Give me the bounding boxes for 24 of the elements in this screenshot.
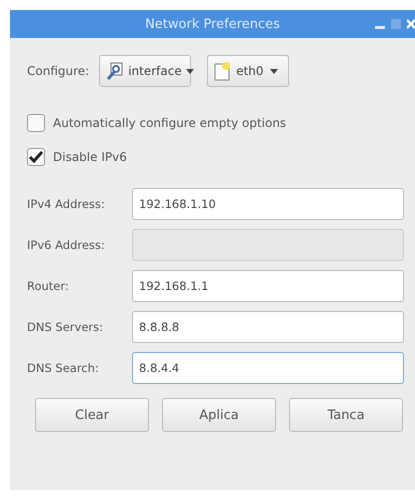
page-icon — [214, 61, 232, 81]
field-label: DNS Servers: — [27, 320, 104, 334]
field-label: IPv4 Address: — [27, 197, 106, 211]
input-field[interactable]: 8.8.4.4 — [132, 352, 404, 384]
field-label: IPv6 Address: — [27, 238, 106, 252]
checkbox[interactable] — [27, 148, 45, 166]
dialog-button[interactable]: Clear — [35, 398, 149, 432]
caret-icon — [270, 68, 278, 74]
checkbox-label: Disable IPv6 — [53, 150, 127, 164]
window-title: Network Preferences — [144, 16, 281, 32]
input-field[interactable]: 192.168.1.1 — [132, 270, 404, 302]
field-label: Router: — [27, 279, 70, 293]
input-field[interactable]: 8.8.8.8 — [132, 311, 404, 343]
field-label: DNS Search: — [27, 361, 100, 375]
caret-icon — [186, 68, 194, 74]
checkbox[interactable] — [27, 114, 45, 132]
dropdown[interactable]: interface — [99, 55, 192, 87]
dropdown[interactable]: eth0 — [207, 55, 290, 87]
configure-label: Configure: — [27, 64, 90, 78]
dialog-button[interactable]: Aplica — [162, 398, 276, 432]
close-icon[interactable] — [407, 19, 415, 29]
checkbox-label: Automatically configure empty options — [53, 116, 286, 130]
input-field[interactable]: 192.168.1.10 — [132, 188, 404, 220]
dialog-button[interactable]: Tanca — [289, 398, 403, 432]
